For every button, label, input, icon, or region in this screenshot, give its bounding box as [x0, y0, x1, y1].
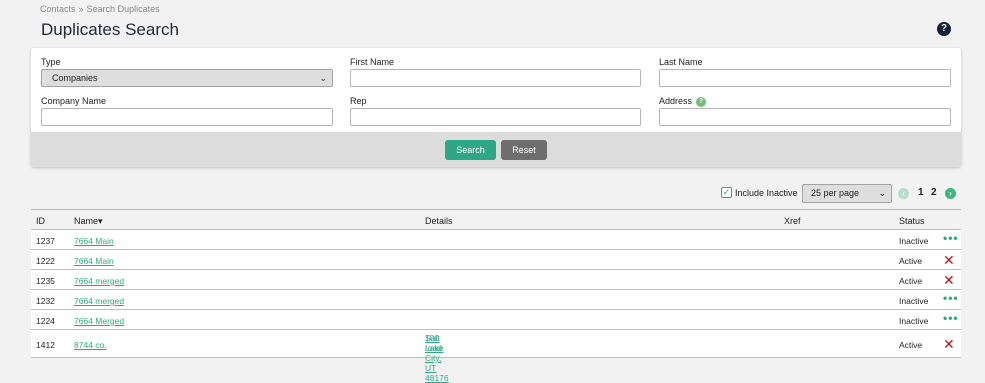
company-name-input[interactable]	[41, 108, 333, 126]
breadcrumb-separator: »	[78, 4, 84, 14]
table-row: 1412 8744 co. 100 road Salt Lake City, U…	[31, 330, 961, 383]
header-status: Status	[899, 216, 925, 226]
per-page-select[interactable]: 25 per page ⌄	[802, 184, 892, 203]
row-id: 1235	[36, 276, 55, 286]
more-icon[interactable]: •••	[943, 291, 959, 305]
page-link-2[interactable]: 2	[931, 187, 937, 198]
first-name-label: First Name	[350, 57, 395, 67]
chevron-down-icon: ⌄	[319, 73, 327, 83]
table-row: 1232 7664 merged Inactive •••	[31, 290, 961, 310]
row-name-link[interactable]: 7664 Merged	[74, 316, 124, 326]
row-status: Inactive	[899, 316, 929, 326]
more-icon[interactable]: •••	[943, 311, 959, 325]
delete-icon[interactable]: ✕	[943, 252, 955, 269]
company-name-label: Company Name	[41, 96, 107, 106]
header-name[interactable]: Name▾	[74, 216, 103, 227]
include-inactive-checkbox[interactable]: ✓	[721, 187, 732, 198]
type-label: Type	[41, 57, 61, 67]
table-row: 1237 7664 Main Inactive •••	[31, 230, 961, 250]
per-page-value: 25 per page	[811, 188, 860, 198]
last-name-label: Last Name	[659, 57, 703, 67]
row-status: Inactive	[899, 296, 929, 306]
rep-label: Rep	[350, 96, 367, 106]
table-row: 1222 7664 Main Active ✕	[31, 250, 961, 270]
include-inactive-label[interactable]: Include Inactive	[735, 188, 798, 198]
delete-icon[interactable]: ✕	[943, 272, 955, 289]
more-icon[interactable]: •••	[943, 231, 959, 245]
row-name-link[interactable]: 8744 co.	[74, 340, 107, 350]
row-status: Inactive	[899, 236, 929, 246]
table-row: 1235 7664 merged Active ✕	[31, 270, 961, 290]
chevron-down-icon: ⌄	[878, 188, 886, 198]
address-help-icon[interactable]: ?	[696, 96, 707, 107]
row-id: 1237	[36, 236, 55, 246]
search-button[interactable]: Search	[445, 140, 496, 160]
row-id: 1224	[36, 316, 55, 326]
row-status: Active	[899, 256, 923, 266]
reset-button[interactable]: Reset	[501, 140, 547, 160]
address-label-group: Address?	[659, 96, 707, 107]
row-name-link[interactable]: 7664 merged	[74, 276, 124, 286]
row-status: Active	[899, 276, 923, 286]
row-name-link[interactable]: 7664 Main	[74, 236, 114, 246]
search-panel: Type Companies ⌄ First Name Last Name Co…	[31, 48, 961, 167]
address-input[interactable]	[659, 108, 951, 126]
type-select-value: Companies	[52, 73, 98, 83]
row-name-link[interactable]: 7664 Main	[74, 256, 114, 266]
results-table: ID Name▾ Details Xref Status 1237 7664 M…	[31, 209, 961, 383]
page-link-1[interactable]: 1	[918, 187, 924, 198]
row-id: 1222	[36, 256, 55, 266]
delete-icon[interactable]: ✕	[943, 336, 955, 353]
header-id[interactable]: ID	[36, 216, 45, 226]
rep-input[interactable]	[350, 108, 641, 126]
chevron-right-icon[interactable]: ›	[945, 188, 956, 199]
chevron-left-icon[interactable]: ‹	[898, 188, 909, 199]
row-id: 1232	[36, 296, 55, 306]
row-name-link[interactable]: 7664 merged	[74, 296, 124, 306]
type-select[interactable]: Companies ⌄	[41, 69, 333, 87]
help-icon[interactable]: ?	[937, 22, 951, 36]
header-xref: Xref	[784, 216, 801, 226]
breadcrumb-contacts[interactable]: Contacts	[40, 4, 76, 14]
table-row: 1224 7664 Merged Inactive •••	[31, 310, 961, 330]
table-header: ID Name▾ Details Xref Status	[31, 209, 961, 230]
results-controls: ✓ Include Inactive 25 per page ⌄ ‹ 1 2 ›	[0, 183, 985, 203]
row-status: Active	[899, 340, 923, 350]
header-details: Details	[425, 216, 453, 226]
breadcrumb-current: Search Duplicates	[86, 4, 160, 14]
page-title: Duplicates Search	[41, 20, 179, 39]
address-label: Address	[659, 96, 693, 106]
search-panel-footer: Search Reset	[31, 132, 961, 167]
breadcrumb: Contacts» Search Duplicates	[40, 4, 160, 14]
details-address-line-2[interactable]: Salt Lake City, UT 48176	[425, 333, 449, 383]
first-name-input[interactable]	[350, 69, 641, 87]
last-name-input[interactable]	[659, 69, 951, 87]
row-id: 1412	[36, 340, 55, 350]
